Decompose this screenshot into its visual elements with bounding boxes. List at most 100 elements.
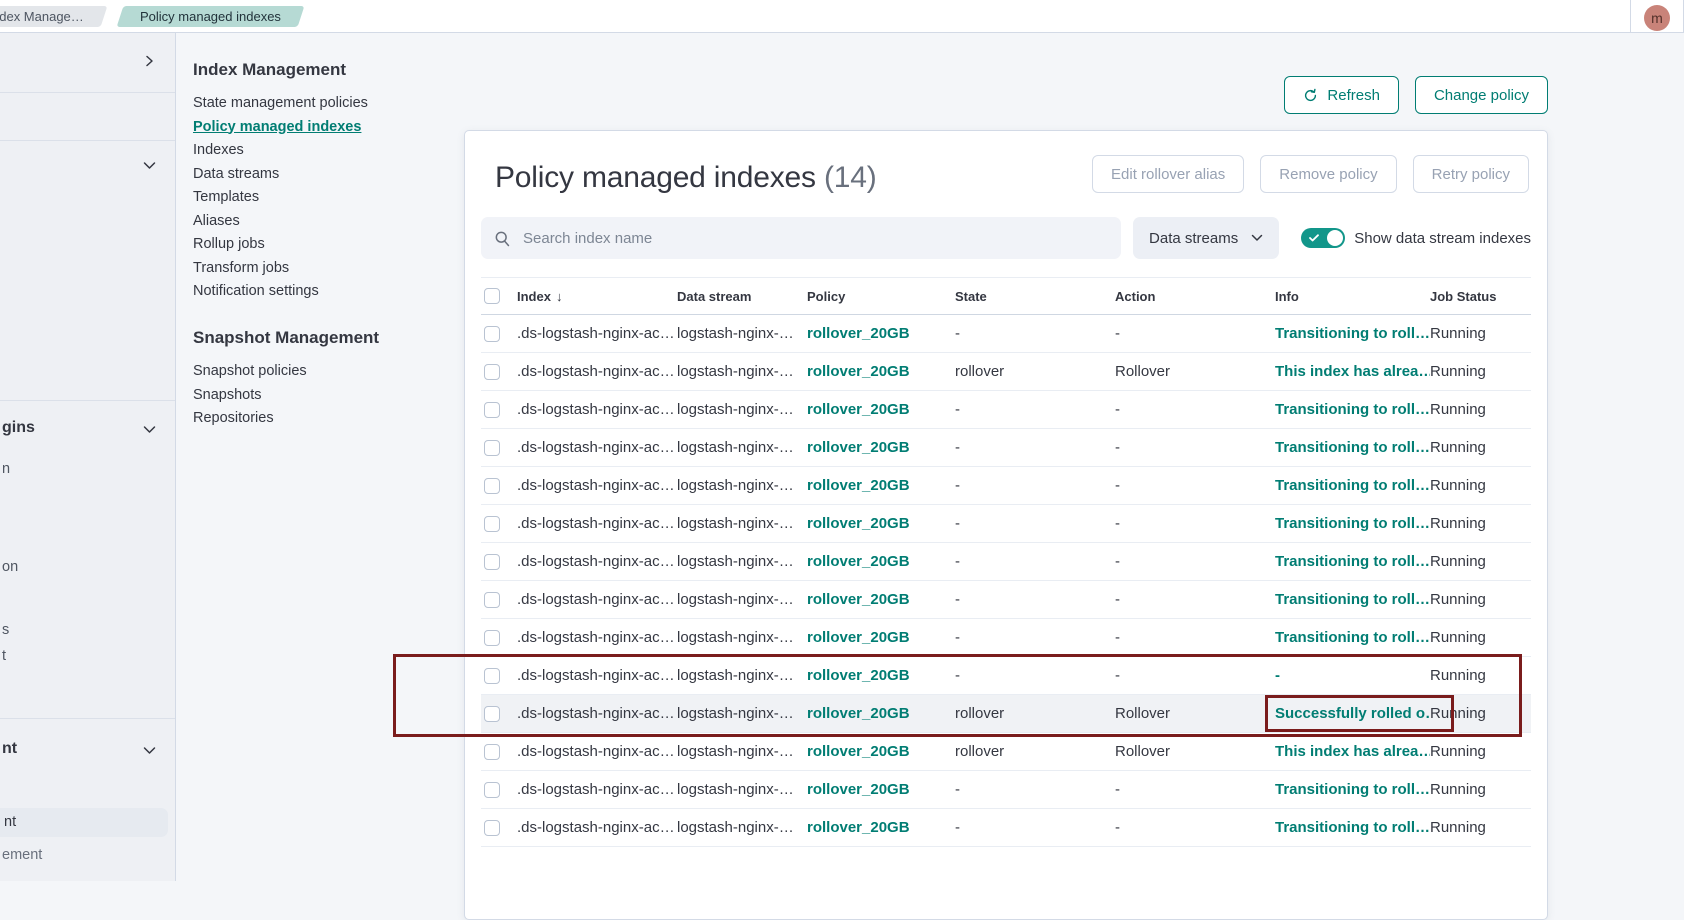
info-link[interactable]: Transitioning to roll… [1275,629,1430,646]
sidebar-item-policy-managed-indexes[interactable]: Policy managed indexes [193,120,361,134]
search-input[interactable] [521,229,1108,248]
column-header-data-stream[interactable]: Data stream [677,289,807,304]
chevron-down-icon[interactable] [141,742,157,758]
policy-link[interactable]: rollover_20GB [807,363,910,380]
cell-data-stream: logstash-nginx-… [677,781,807,798]
info-link[interactable]: - [1275,667,1280,684]
info-link[interactable]: This index has alrea… [1275,363,1430,380]
cell-action: - [1115,629,1275,646]
sidebar-item-repositories[interactable]: Repositories [193,411,274,425]
policy-link[interactable]: rollover_20GB [807,591,910,608]
column-header-policy[interactable]: Policy [807,289,955,304]
tab-policy-managed-indexes[interactable]: Policy managed indexes [116,6,304,27]
policy-link[interactable]: rollover_20GB [807,667,910,684]
cell-policy: rollover_20GB [807,781,955,798]
sidebar-item-state-management-policies[interactable]: State management policies [193,96,368,110]
cell-state: - [955,439,1115,456]
policy-link[interactable]: rollover_20GB [807,553,910,570]
sidebar-item-selected[interactable]: nt [0,808,168,837]
row-checkbox[interactable] [484,326,500,342]
chevron-down-icon[interactable] [141,421,157,437]
info-link[interactable]: Transitioning to roll… [1275,781,1430,798]
row-checkbox[interactable] [484,668,500,684]
remove-policy-button[interactable]: Remove policy [1260,155,1396,193]
breadcrumb-tabs: ndex Manage… Policy managed indexes [0,0,301,33]
row-checkbox-cell [481,820,517,836]
show-data-stream-toggle[interactable] [1301,228,1345,248]
policy-link[interactable]: rollover_20GB [807,819,910,836]
row-checkbox[interactable] [484,782,500,798]
row-checkbox[interactable] [484,554,500,570]
sidebar-item-transform-jobs[interactable]: Transform jobs [193,261,289,275]
info-link[interactable]: Transitioning to roll… [1275,439,1430,456]
cell-action: - [1115,781,1275,798]
app-header: ndex Manage… Policy managed indexes m [0,0,1684,33]
policy-link[interactable]: rollover_20GB [807,743,910,760]
cell-info: Transitioning to roll… [1275,781,1430,798]
cell-index: .ds-logstash-nginx-ac… [517,819,677,836]
chevron-down-icon[interactable] [141,157,157,173]
row-checkbox[interactable] [484,592,500,608]
select-all-checkbox[interactable] [484,288,500,304]
row-checkbox[interactable] [484,820,500,836]
user-avatar[interactable]: m [1644,5,1670,31]
info-link[interactable]: Transitioning to roll… [1275,515,1430,532]
column-header-job-status[interactable]: Job Status [1430,289,1531,304]
table-row: .ds-logstash-nginx-ac…logstash-nginx-…ro… [481,581,1531,619]
row-checkbox[interactable] [484,364,500,380]
refresh-button[interactable]: Refresh [1284,76,1399,114]
table-row: .ds-logstash-nginx-ac…logstash-nginx-…ro… [481,657,1531,695]
sidebar-item-aliases[interactable]: Aliases [193,214,240,228]
column-header-info[interactable]: Info [1275,289,1430,304]
sidebar-item-templates[interactable]: Templates [193,190,259,204]
policy-link[interactable]: rollover_20GB [807,515,910,532]
cell-info: Transitioning to roll… [1275,629,1430,646]
table-row: .ds-logstash-nginx-ac…logstash-nginx-…ro… [481,543,1531,581]
edit-rollover-alias-button[interactable]: Edit rollover alias [1092,155,1244,193]
policy-link[interactable]: rollover_20GB [807,629,910,646]
sidebar-item-rollup-jobs[interactable]: Rollup jobs [193,237,265,251]
tab-index-management[interactable]: ndex Manage… [0,6,107,27]
column-header-state[interactable]: State [955,289,1115,304]
sidebar-item-data-streams[interactable]: Data streams [193,167,279,181]
retry-policy-button[interactable]: Retry policy [1413,155,1529,193]
row-checkbox[interactable] [484,630,500,646]
change-policy-button[interactable]: Change policy [1415,76,1548,114]
data-streams-filter[interactable]: Data streams [1133,217,1279,259]
policy-link[interactable]: rollover_20GB [807,325,910,342]
policy-link[interactable]: rollover_20GB [807,439,910,456]
info-link[interactable]: Successfully rolled o… [1275,705,1430,722]
row-checkbox[interactable] [484,706,500,722]
row-checkbox[interactable] [484,478,500,494]
info-link[interactable]: Transitioning to roll… [1275,591,1430,608]
sidebar-item-indexes[interactable]: Indexes [193,143,244,157]
sidebar-item-notification-settings[interactable]: Notification settings [193,284,319,298]
policy-link[interactable]: rollover_20GB [807,781,910,798]
chevron-right-icon[interactable] [141,53,157,69]
row-checkbox[interactable] [484,440,500,456]
info-link[interactable]: Transitioning to roll… [1275,819,1430,836]
info-link[interactable]: Transitioning to roll… [1275,325,1430,342]
nav-section-index-management: Index ManagementState management policie… [193,60,440,298]
info-link[interactable]: Transitioning to roll… [1275,401,1430,418]
row-checkbox-cell [481,668,517,684]
column-header-index[interactable]: Index↓ [517,289,677,304]
cell-data-stream: logstash-nginx-… [677,591,807,608]
cell-info: Successfully rolled o… [1275,705,1430,722]
cell-index: .ds-logstash-nginx-ac… [517,553,677,570]
row-checkbox[interactable] [484,744,500,760]
info-link[interactable]: This index has alrea… [1275,743,1430,760]
row-checkbox-cell [481,706,517,722]
table-row: .ds-logstash-nginx-ac…logstash-nginx-…ro… [481,467,1531,505]
policy-link[interactable]: rollover_20GB [807,401,910,418]
sidebar-item-snapshots[interactable]: Snapshots [193,388,262,402]
row-checkbox[interactable] [484,516,500,532]
policy-link[interactable]: rollover_20GB [807,705,910,722]
row-checkbox[interactable] [484,402,500,418]
policy-link[interactable]: rollover_20GB [807,477,910,494]
info-link[interactable]: Transitioning to roll… [1275,477,1430,494]
column-header-action[interactable]: Action [1115,289,1275,304]
row-checkbox-cell [481,402,517,418]
sidebar-item-snapshot-policies[interactable]: Snapshot policies [193,364,307,378]
info-link[interactable]: Transitioning to roll… [1275,553,1430,570]
